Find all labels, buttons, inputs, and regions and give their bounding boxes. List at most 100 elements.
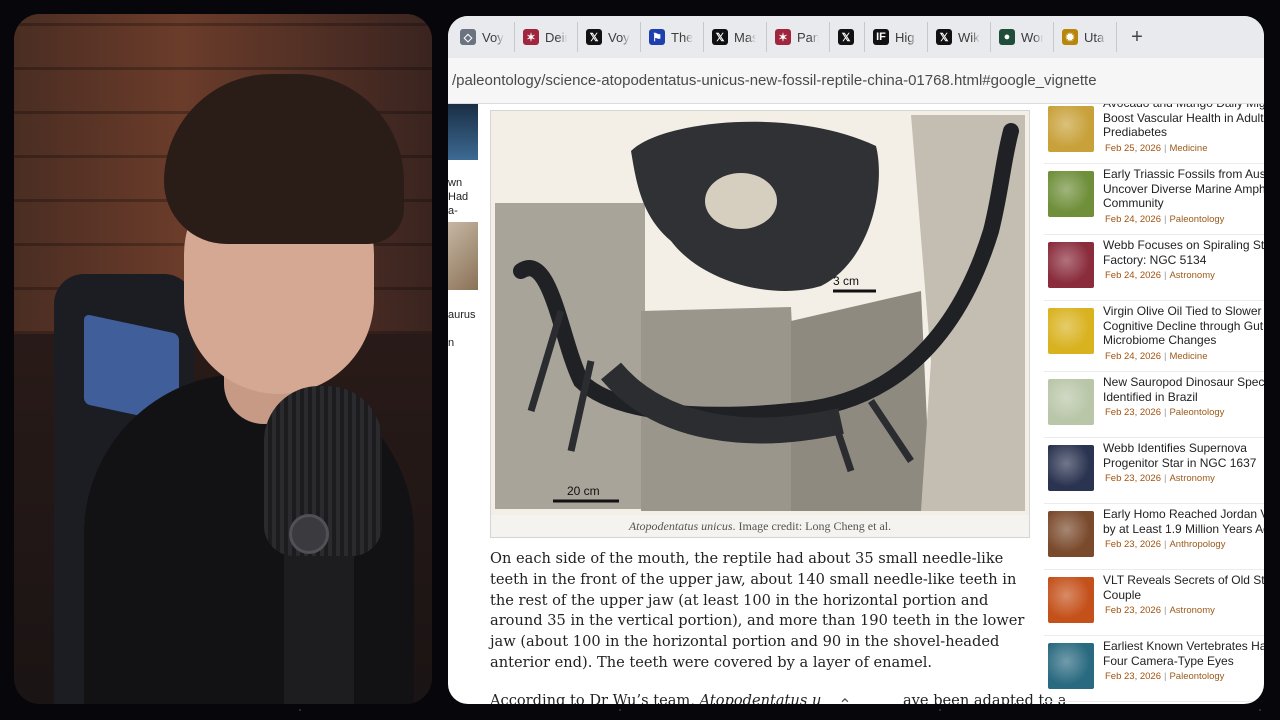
article-title[interactable]: Prediabetes bbox=[1103, 125, 1264, 140]
tab-label: Hig bbox=[895, 29, 915, 45]
article-paragraph-2: According to Dr Wu’s team, Atopodentatus… bbox=[490, 692, 1066, 704]
article-thumbnail[interactable] bbox=[1048, 106, 1094, 152]
browser-tab[interactable]: 𝕏 Mas bbox=[704, 22, 767, 52]
browser-tab[interactable]: 𝕏 Voy bbox=[578, 22, 641, 52]
article-title[interactable]: Early Triassic Fossils from Austr bbox=[1103, 167, 1264, 182]
left-sidebar-thumbnail[interactable] bbox=[448, 104, 478, 160]
article-title[interactable]: Identified in Brazil bbox=[1103, 390, 1264, 405]
article-title[interactable]: Webb Identifies Supernova bbox=[1103, 441, 1264, 456]
article-date: Feb 23, 2026 bbox=[1105, 473, 1161, 484]
article-title[interactable]: New Sauropod Dinosaur Specie bbox=[1103, 375, 1264, 390]
star-logo-icon: ✶ bbox=[523, 29, 539, 45]
article-title[interactable]: Earliest Known Vertebrates Ha bbox=[1103, 639, 1264, 654]
article-title[interactable]: VLT Reveals Secrets of Old Stell bbox=[1103, 573, 1264, 588]
tab-label: Uta bbox=[1084, 29, 1105, 45]
article-category-link[interactable]: Paleontology bbox=[1169, 214, 1224, 225]
article-thumbnail[interactable] bbox=[1048, 242, 1094, 288]
address-bar[interactable]: /paleontology/science-atopodentatus-unic… bbox=[448, 58, 1264, 104]
browser-tab[interactable]: ● Wor bbox=[991, 22, 1054, 52]
article-title[interactable]: Microbiome Changes bbox=[1103, 333, 1264, 348]
article-title[interactable]: Virgin Olive Oil Tied to Slower bbox=[1103, 304, 1264, 319]
related-article-item[interactable]: New Sauropod Dinosaur Specie Identified i… bbox=[1044, 375, 1264, 441]
article-title[interactable]: Boost Vascular Health in Adults bbox=[1103, 111, 1264, 126]
tab-label: Wor bbox=[1021, 29, 1043, 45]
article-title[interactable]: Progenitor Star in NGC 1637 bbox=[1103, 456, 1264, 471]
article-meta: Feb 24, 2026 | Astronomy bbox=[1105, 270, 1215, 281]
related-article-item[interactable]: VLT Reveals Secrets of Old Stell Couple Fe… bbox=[1044, 573, 1264, 639]
browser-tab[interactable]: IF Hig bbox=[865, 22, 928, 52]
article-date: Feb 23, 2026 bbox=[1105, 671, 1161, 682]
article-meta: Feb 23, 2026 | Astronomy bbox=[1105, 605, 1215, 616]
tab-label: The bbox=[671, 29, 693, 45]
fossil-image: 3 cm 20 cm bbox=[491, 111, 1029, 515]
article-category-link[interactable]: Anthropology bbox=[1169, 539, 1225, 550]
new-tab-plus-icon[interactable]: + bbox=[1123, 23, 1151, 51]
article-date: Feb 24, 2026 bbox=[1105, 213, 1161, 225]
x-logo-icon: 𝕏 bbox=[712, 29, 728, 45]
left-sidebar-thumbnail[interactable] bbox=[448, 222, 478, 290]
article-category-link[interactable]: Medicine bbox=[1169, 143, 1207, 154]
article-thumbnail[interactable] bbox=[1048, 171, 1094, 217]
browser-tab[interactable]: ✹ Uta bbox=[1054, 22, 1117, 52]
related-article-item[interactable]: Webb Focuses on Spiraling Star Factory: N… bbox=[1044, 238, 1264, 304]
article-title[interactable]: Factory: NGC 5134 bbox=[1103, 253, 1264, 268]
article-meta: Feb 25, 2026 | Medicine bbox=[1105, 143, 1208, 154]
article-thumbnail[interactable] bbox=[1048, 308, 1094, 354]
flag-icon: ⚑ bbox=[649, 29, 665, 45]
article-title[interactable]: Webb Focuses on Spiraling Star bbox=[1103, 238, 1264, 253]
article-meta: Feb 24, 2026 | Paleontology bbox=[1105, 214, 1224, 225]
related-article-item[interactable]: Virgin Olive Oil Tied to Slower Cognitive… bbox=[1044, 304, 1264, 370]
left-sidebar-text[interactable]: Had bbox=[448, 190, 468, 204]
article-thumbnail[interactable] bbox=[1048, 379, 1094, 425]
sidebar-divider bbox=[1044, 503, 1264, 504]
sidebar-divider bbox=[1044, 437, 1264, 438]
x-logo-icon: 𝕏 bbox=[936, 29, 952, 45]
article-category-link[interactable]: Astronomy bbox=[1169, 270, 1214, 281]
article-category-link[interactable]: Medicine bbox=[1169, 351, 1207, 362]
tab-label: Wik bbox=[958, 29, 980, 45]
article-title[interactable]: Four Camera-Type Eyes bbox=[1103, 654, 1264, 669]
article-meta: Feb 23, 2026 | Paleontology bbox=[1105, 671, 1224, 682]
article-category-link[interactable]: Paleontology bbox=[1169, 407, 1224, 418]
article-title[interactable]: Couple bbox=[1103, 588, 1264, 603]
article-thumbnail[interactable] bbox=[1048, 577, 1094, 623]
page-content: wn Had a- aurus n 3 cm 20 cm Atopodentat… bbox=[448, 104, 1264, 704]
browser-tab[interactable]: ⚑ The bbox=[641, 22, 704, 52]
article-title[interactable]: by at Least 1.9 Million Years Ag bbox=[1103, 522, 1264, 537]
browser-tab[interactable]: ◇ Voy bbox=[452, 22, 515, 52]
related-article-item[interactable]: Earliest Known Vertebrates Ha Four Camera… bbox=[1044, 639, 1264, 704]
article-category-link[interactable]: Astronomy bbox=[1169, 473, 1214, 484]
related-article-item[interactable]: Early Triassic Fossils from Austr Uncover… bbox=[1044, 167, 1264, 233]
figure-caption: Atopodentatus unicus. Image credit: Long… bbox=[491, 515, 1029, 537]
related-article-item[interactable]: Early Homo Reached Jordan Val by at Least… bbox=[1044, 507, 1264, 573]
left-sidebar-text[interactable]: wn bbox=[448, 176, 462, 190]
star-logo-icon: ✶ bbox=[775, 29, 791, 45]
para2-end: ave been adapted to a bbox=[902, 692, 1067, 704]
browser-tab[interactable]: 𝕏 bbox=[830, 22, 865, 52]
browser-tab[interactable]: ✶ Deir bbox=[515, 22, 578, 52]
article-category-link[interactable]: Astronomy bbox=[1169, 605, 1214, 616]
article-title[interactable]: Early Homo Reached Jordan Val bbox=[1103, 507, 1264, 522]
left-sidebar-text[interactable]: n bbox=[448, 336, 454, 350]
related-article-item[interactable]: Webb Identifies Supernova Progenitor Star… bbox=[1044, 441, 1264, 507]
article-category-link[interactable]: Paleontology bbox=[1169, 671, 1224, 682]
article-title[interactable]: Uncover Diverse Marine Amphi bbox=[1103, 182, 1264, 197]
article-thumbnail[interactable] bbox=[1048, 511, 1094, 557]
article-thumbnail[interactable] bbox=[1048, 643, 1094, 689]
related-article-item[interactable]: Avocado and Mango Daily MightBoost Vascu… bbox=[1044, 104, 1264, 162]
sidebar-divider bbox=[1044, 234, 1264, 235]
sidebar-divider bbox=[1044, 635, 1264, 636]
related-articles-sidebar: Avocado and Mango Daily MightBoost Vascu… bbox=[1044, 104, 1264, 704]
browser-tab[interactable]: ✶ Pan bbox=[767, 22, 830, 52]
article-thumbnail[interactable] bbox=[1048, 445, 1094, 491]
browser-tab[interactable]: 𝕏 Wik bbox=[928, 22, 991, 52]
left-sidebar-text[interactable]: a- bbox=[448, 204, 458, 218]
tab-label: Mas bbox=[734, 29, 756, 45]
scroll-to-top-button[interactable]: ⌃ bbox=[822, 694, 868, 704]
mic-arm bbox=[284, 534, 354, 704]
article-title[interactable]: Community bbox=[1103, 196, 1264, 211]
ifls-logo-icon: IF bbox=[873, 29, 889, 45]
article-title[interactable]: Cognitive Decline through Gut bbox=[1103, 319, 1264, 334]
left-sidebar-text[interactable]: aurus bbox=[448, 308, 476, 322]
sidebar-divider bbox=[1044, 371, 1264, 372]
